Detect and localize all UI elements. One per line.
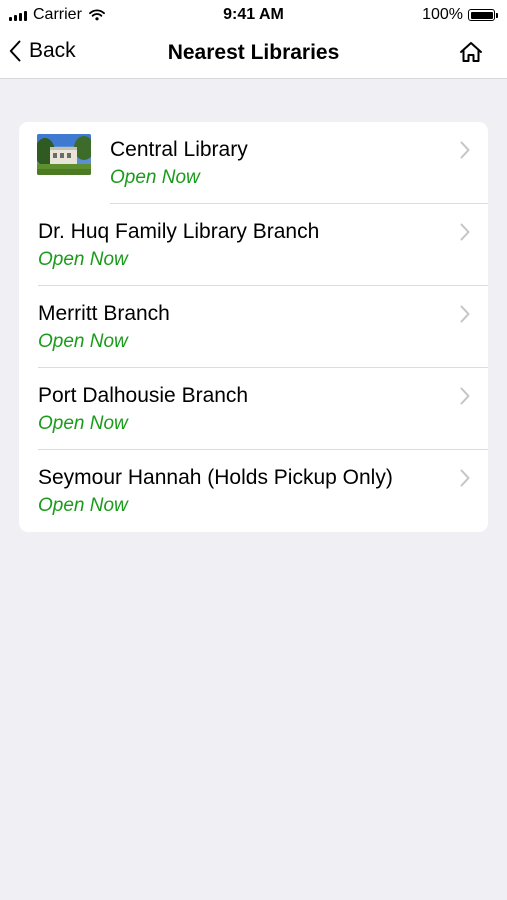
navigation-bar: Back Nearest Libraries <box>0 30 507 79</box>
home-icon <box>460 42 482 62</box>
library-name: Seymour Hannah (Holds Pickup Only) <box>38 466 393 489</box>
library-name: Central Library <box>110 138 248 161</box>
list-item[interactable]: Dr. Huq Family Library Branch Open Now <box>19 204 488 286</box>
library-status: Open Now <box>38 249 128 270</box>
battery-tip <box>496 12 498 18</box>
home-button[interactable] <box>459 41 483 68</box>
list-item[interactable]: Central Library Open Now <box>19 122 488 204</box>
library-name: Dr. Huq Family Library Branch <box>38 220 320 243</box>
library-status: Open Now <box>38 495 128 516</box>
library-status: Open Now <box>38 413 128 434</box>
library-list: Central Library Open Now Dr. Huq Family … <box>19 122 488 532</box>
library-name: Merritt Branch <box>38 302 170 325</box>
list-item[interactable]: Seymour Hannah (Holds Pickup Only) Open … <box>19 450 488 532</box>
chevron-right-icon <box>460 223 470 241</box>
chevron-right-icon <box>460 469 470 487</box>
list-item[interactable]: Port Dalhousie Branch Open Now <box>19 368 488 450</box>
library-thumbnail <box>37 134 91 175</box>
library-status: Open Now <box>38 331 128 352</box>
library-name: Port Dalhousie Branch <box>38 384 249 407</box>
library-status: Open Now <box>110 167 200 188</box>
status-bar: Carrier 9:41 AM 100% <box>0 0 507 30</box>
chevron-right-icon <box>460 305 470 323</box>
chevron-right-icon <box>460 141 470 159</box>
battery-percent: 100% <box>422 6 463 23</box>
status-right: 100% <box>422 6 498 24</box>
list-item[interactable]: Merritt Branch Open Now <box>19 286 488 368</box>
page-title: Nearest Libraries <box>167 41 340 64</box>
chevron-right-icon <box>460 387 470 405</box>
battery-icon <box>468 9 495 21</box>
